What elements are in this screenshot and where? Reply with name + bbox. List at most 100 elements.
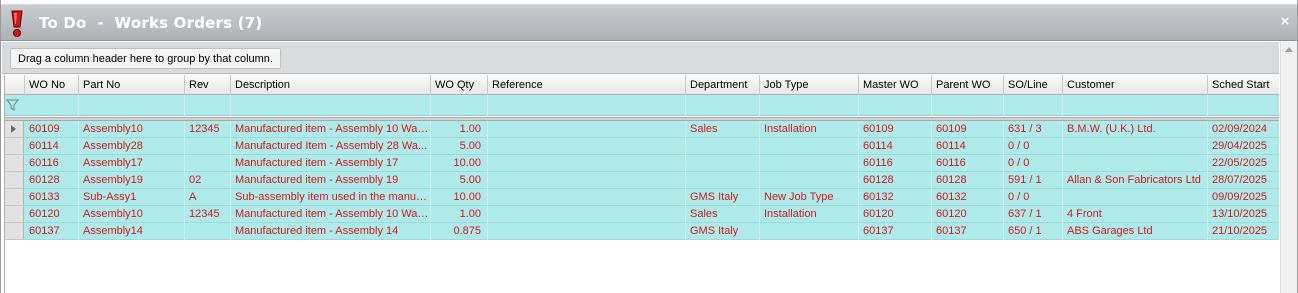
- cell-sched-start[interactable]: 09/09/2025: [1208, 189, 1279, 206]
- cell-parent-wo[interactable]: 60132: [932, 189, 1004, 206]
- cell-sched-start[interactable]: 21/10/2025: [1208, 223, 1279, 240]
- cell-so-line[interactable]: 0 / 0: [1004, 155, 1063, 172]
- cell-rev[interactable]: A: [185, 189, 231, 206]
- cell-wo-qty[interactable]: 1.00: [431, 121, 488, 138]
- table-row[interactable]: 60128 Assembly19 02 Manufactured item - Ass…: [5, 172, 1279, 189]
- cell-master-wo[interactable]: 60114: [859, 138, 932, 155]
- table-row[interactable]: 60109 Assembly10 12345 Manufactured item - …: [5, 121, 1279, 138]
- cell-wo-no[interactable]: 60109: [25, 121, 79, 138]
- cell-customer[interactable]: Allan & Son Fabricators Ltd: [1063, 172, 1208, 189]
- cell-sched-start[interactable]: 13/10/2025: [1208, 206, 1279, 223]
- cell-description[interactable]: Manufactured item - Assembly 10 Way...: [231, 121, 431, 138]
- cell-so-line[interactable]: 0 / 0: [1004, 138, 1063, 155]
- filter-cell-rev[interactable]: [185, 95, 231, 116]
- cell-wo-no[interactable]: 60120: [25, 206, 79, 223]
- cell-customer[interactable]: B.M.W. (U.K.) Ltd.: [1063, 121, 1208, 138]
- cell-parent-wo[interactable]: 60128: [932, 172, 1004, 189]
- close-button[interactable]: ×: [1278, 14, 1292, 30]
- filter-row[interactable]: [5, 95, 1279, 116]
- filter-cell-job-type[interactable]: [760, 95, 859, 116]
- table-row[interactable]: 60137 Assembly14 Manufactured item - Assem…: [5, 223, 1279, 240]
- cell-master-wo[interactable]: 60120: [859, 206, 932, 223]
- cell-master-wo[interactable]: 60132: [859, 189, 932, 206]
- row-selector[interactable]: [5, 121, 24, 138]
- cell-sched-start[interactable]: 22/05/2025: [1208, 155, 1279, 172]
- cell-job-type[interactable]: [760, 138, 859, 155]
- cell-master-wo[interactable]: 60128: [859, 172, 932, 189]
- cell-parent-wo[interactable]: 60116: [932, 155, 1004, 172]
- column-header-so-line[interactable]: SO/Line: [1004, 75, 1063, 95]
- cell-customer[interactable]: [1063, 189, 1208, 206]
- column-header-job-type[interactable]: Job Type: [760, 75, 859, 95]
- cell-wo-qty[interactable]: 10.00: [431, 155, 488, 172]
- cell-customer[interactable]: 4 Front: [1063, 206, 1208, 223]
- cell-parent-wo[interactable]: 60120: [932, 206, 1004, 223]
- cell-description[interactable]: Manufactured item - Assembly 19: [231, 172, 431, 189]
- cell-description[interactable]: Manufactured Item - Assembly 28 Wa...: [231, 138, 431, 155]
- column-header-wo-no[interactable]: WO No: [25, 75, 79, 95]
- cell-department[interactable]: [686, 172, 760, 189]
- cell-department[interactable]: Sales: [686, 121, 760, 138]
- cell-rev[interactable]: 02: [185, 172, 231, 189]
- filter-cell-part-no[interactable]: [79, 95, 185, 116]
- row-selector[interactable]: [5, 138, 24, 155]
- cell-sched-start[interactable]: 02/09/2024: [1208, 121, 1279, 138]
- filter-cell-so-line[interactable]: [1004, 95, 1063, 116]
- cell-wo-no[interactable]: 60114: [25, 138, 79, 155]
- filter-icon[interactable]: [6, 99, 19, 111]
- column-header-rev[interactable]: Rev: [185, 75, 231, 95]
- column-header-department[interactable]: Department: [686, 75, 760, 95]
- cell-master-wo[interactable]: 60116: [859, 155, 932, 172]
- column-header-sched-start[interactable]: Sched Start: [1208, 75, 1279, 95]
- cell-part-no[interactable]: Assembly14: [79, 223, 185, 240]
- cell-wo-no[interactable]: 60133: [25, 189, 79, 206]
- cell-part-no[interactable]: Assembly19: [79, 172, 185, 189]
- cell-wo-qty[interactable]: 0.875: [431, 223, 488, 240]
- cell-job-type[interactable]: [760, 172, 859, 189]
- row-selector[interactable]: [5, 189, 24, 206]
- cell-job-type[interactable]: [760, 155, 859, 172]
- cell-wo-qty[interactable]: 5.00: [431, 172, 488, 189]
- column-header-part-no[interactable]: Part No: [79, 75, 185, 95]
- filter-cell-wo-qty[interactable]: [431, 95, 488, 116]
- cell-parent-wo[interactable]: 60114: [932, 138, 1004, 155]
- cell-rev[interactable]: [185, 223, 231, 240]
- scroll-up-arrow-icon[interactable]: [1285, 47, 1293, 52]
- title-bar[interactable]: To Do - Works Orders (7) ×: [1, 4, 1297, 41]
- cell-reference[interactable]: [488, 121, 686, 138]
- cell-job-type[interactable]: New Job Type: [760, 189, 859, 206]
- cell-customer[interactable]: [1063, 155, 1208, 172]
- cell-department[interactable]: GMS Italy: [686, 189, 760, 206]
- cell-wo-no[interactable]: 60137: [25, 223, 79, 240]
- cell-parent-wo[interactable]: 60109: [932, 121, 1004, 138]
- cell-rev[interactable]: [185, 138, 231, 155]
- cell-so-line[interactable]: 637 / 1: [1004, 206, 1063, 223]
- cell-master-wo[interactable]: 60109: [859, 121, 932, 138]
- filter-cell-reference[interactable]: [488, 95, 686, 116]
- cell-job-type[interactable]: Installation: [760, 121, 859, 138]
- cell-wo-qty[interactable]: 5.00: [431, 138, 488, 155]
- cell-reference[interactable]: [488, 206, 686, 223]
- cell-reference[interactable]: [488, 223, 686, 240]
- cell-department[interactable]: [686, 138, 760, 155]
- column-header-reference[interactable]: Reference: [488, 75, 686, 95]
- cell-sched-start[interactable]: 28/07/2025: [1208, 172, 1279, 189]
- cell-reference[interactable]: [488, 138, 686, 155]
- filter-cell-description[interactable]: [231, 95, 431, 116]
- filter-cell-master-wo[interactable]: [859, 95, 932, 116]
- table-row[interactable]: 60133 Sub-Assy1 A Sub-assembly item used in…: [5, 189, 1279, 206]
- row-selector[interactable]: [5, 155, 24, 172]
- cell-wo-no[interactable]: 60128: [25, 172, 79, 189]
- cell-so-line[interactable]: 0 / 0: [1004, 189, 1063, 206]
- cell-parent-wo[interactable]: 60137: [932, 223, 1004, 240]
- filter-cell-sched-start[interactable]: [1208, 95, 1279, 116]
- filter-cell-customer[interactable]: [1063, 95, 1208, 116]
- column-header-wo-qty[interactable]: WO Qty: [431, 75, 488, 95]
- column-header-description[interactable]: Description: [231, 75, 431, 95]
- cell-department[interactable]: Sales: [686, 206, 760, 223]
- cell-part-no[interactable]: Assembly28: [79, 138, 185, 155]
- cell-job-type[interactable]: [760, 223, 859, 240]
- cell-rev[interactable]: 12345: [185, 121, 231, 138]
- row-selector[interactable]: [5, 223, 24, 240]
- cell-job-type[interactable]: Installation: [760, 206, 859, 223]
